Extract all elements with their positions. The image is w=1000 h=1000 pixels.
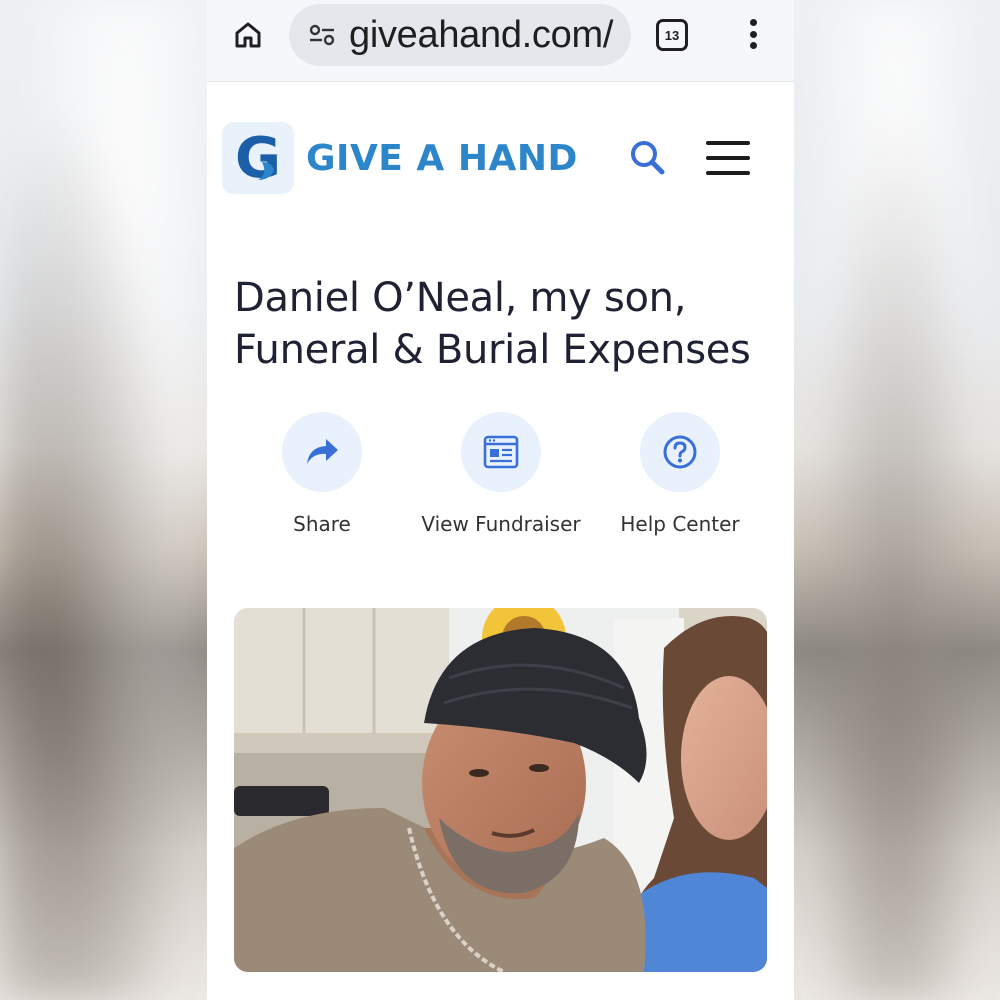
logo-text: GIVE A HAND [306,137,578,179]
view-fundraiser-label: View Fundraiser [421,512,581,536]
site-logo[interactable]: G GIVE A HAND [222,122,578,194]
search-button[interactable] [627,137,667,177]
share-circle [282,412,362,492]
view-fundraiser-button[interactable]: View Fundraiser [416,412,586,536]
phone-screen: giveahand.com/ 13 G GIVE A HAND Daniel O… [207,0,794,1000]
share-icon [307,439,338,464]
browser-window-icon [483,435,519,469]
tab-switcher-button[interactable]: 13 [656,19,688,51]
browser-menu-button[interactable] [741,16,765,52]
logo-letter: G [235,128,281,188]
share-label: Share [293,512,351,536]
site-settings-icon[interactable] [307,20,337,50]
address-bar[interactable]: giveahand.com/ [289,4,631,66]
help-center-circle [640,412,720,492]
hamburger-menu-button[interactable] [706,141,750,175]
view-fundraiser-circle [461,412,541,492]
logo-mark: G [222,122,294,194]
fundraiser-photo[interactable] [234,608,767,972]
home-button[interactable] [231,18,265,52]
search-icon [631,141,665,175]
question-icon [663,435,697,469]
help-center-button[interactable]: Help Center [595,412,765,536]
url-text: giveahand.com/ [349,13,614,56]
help-center-label: Help Center [620,512,740,536]
share-button[interactable]: Share [237,412,407,536]
fundraiser-title: Daniel O’Neal, my son, Funeral & Burial … [234,275,751,373]
browser-toolbar: giveahand.com/ 13 [207,0,794,82]
home-icon [235,22,261,48]
